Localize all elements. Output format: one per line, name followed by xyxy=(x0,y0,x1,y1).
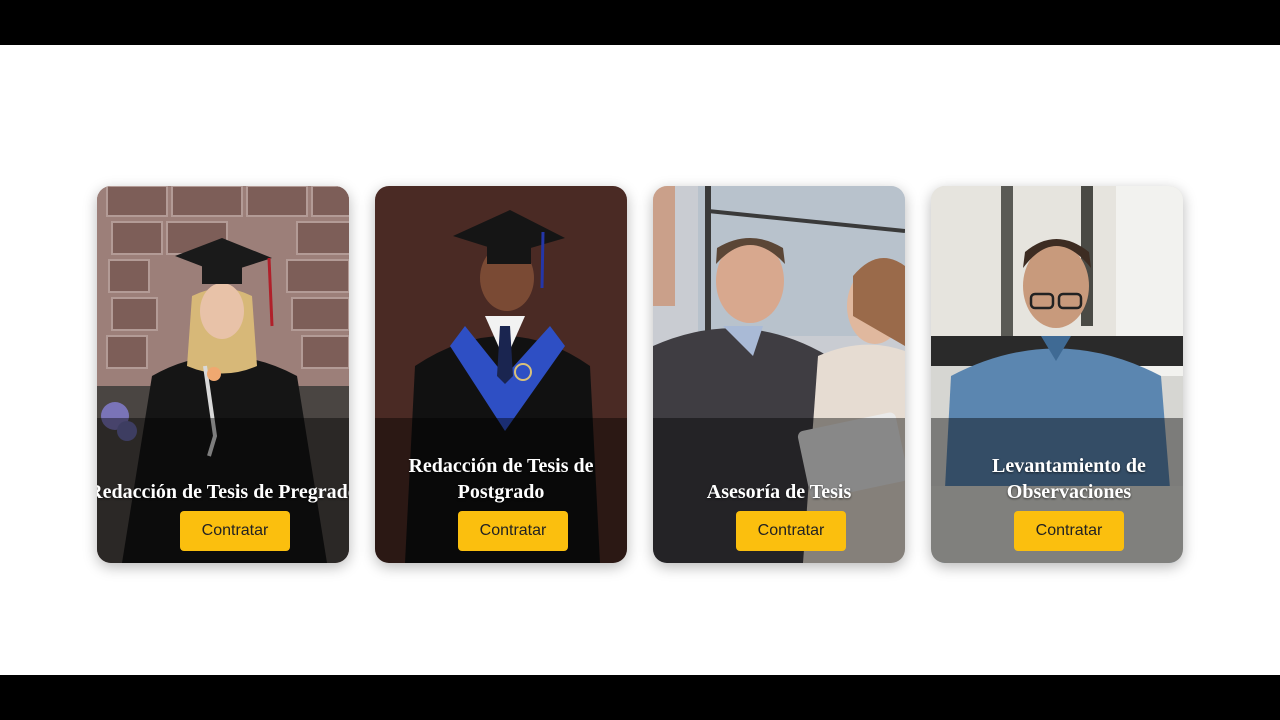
service-card-asesoria: Asesoría de Tesis Contratar xyxy=(653,186,905,563)
service-title: Asesoría de Tesis xyxy=(706,481,852,503)
service-card-pregrado: Redacción de Tesis de Pregrado Contratar xyxy=(97,186,349,563)
contratar-button[interactable]: Contratar xyxy=(458,511,568,551)
contratar-button[interactable]: Contratar xyxy=(1014,511,1124,551)
contratar-button[interactable]: Contratar xyxy=(180,511,290,551)
service-card-postgrado: Redacción de Tesis de Postgrado Contrata… xyxy=(375,186,627,563)
service-card-levantamiento: Levantamiento de Observaciones Contratar xyxy=(931,186,1183,563)
service-title: Levantamiento de Observaciones xyxy=(992,455,1146,503)
service-title: Redacción de Tesis de Postgrado xyxy=(408,455,594,503)
contratar-button[interactable]: Contratar xyxy=(736,511,846,551)
letterbox-bottom xyxy=(0,675,1280,720)
services-section: Redacción de Tesis de Pregrado Contratar… xyxy=(0,45,1280,675)
service-title: Redacción de Tesis de Pregrado xyxy=(97,481,349,503)
letterbox-top xyxy=(0,0,1280,45)
